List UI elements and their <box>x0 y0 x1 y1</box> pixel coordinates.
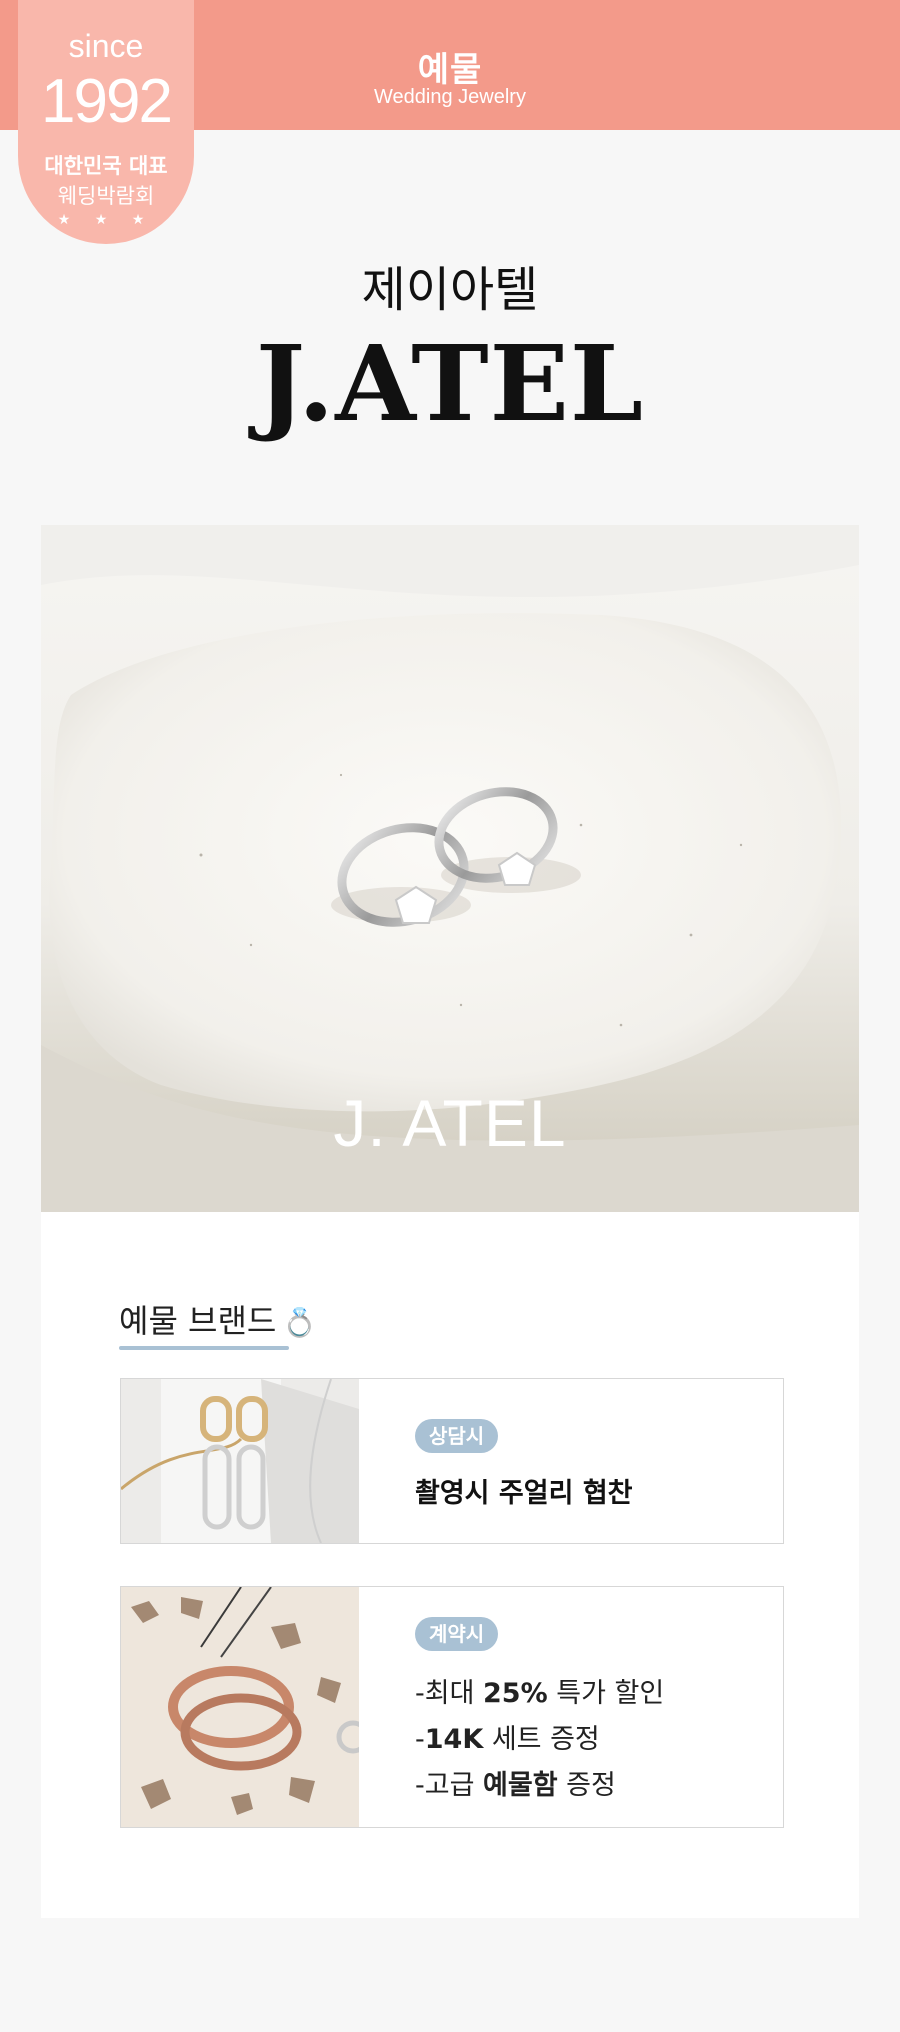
rings-on-fabric-image <box>121 1587 359 1827</box>
brand-name-korean: 제이아텔 <box>361 262 539 318</box>
benefit-text: 촬영시 주얼리 협찬 <box>415 1478 633 1509</box>
benefit-line-set: -14K 세트 증정 <box>415 1724 600 1755</box>
tag-contract: 계약시 <box>415 1617 499 1651</box>
benefit-consultation: 상담시 촬영시 주얼리 협찬 <box>120 1378 784 1544</box>
tag-consultation: 상담시 <box>415 1419 499 1453</box>
earrings-image <box>121 1379 359 1543</box>
badge-line1: 대한민국 대표 <box>44 154 168 178</box>
hero-logo: J. ATEL <box>333 1086 567 1160</box>
hero-image: J. ATEL <box>41 525 859 1212</box>
brand-name-english: J.ATEL <box>255 322 645 445</box>
badge-line2: 웨딩박람회 <box>57 184 155 208</box>
benefit-line-discount: -최대 25% 특가 할인 <box>415 1678 665 1709</box>
benefits-card: 예물 브랜드 💍 상담시 촬영시 주얼리 협찬 계약시 -최대 25% 특가 할… <box>41 1212 859 1918</box>
benefit-contract: 계약시 -최대 25% 특가 할인 -14K 세트 증정 -고급 예물함 증정 <box>120 1586 784 1828</box>
badge-since: since <box>68 28 144 64</box>
badge-year: 1992 <box>41 67 173 136</box>
benefit-line-box: -고급 예물함 증정 <box>415 1770 616 1801</box>
section-title: 예물 브랜드 💍 <box>119 1296 317 1342</box>
since-badge: since 1992 대한민국 대표 웨딩박람회 ★ ★ ★ <box>18 0 194 244</box>
section-underline <box>119 1346 289 1350</box>
ring-icon: 💍 <box>282 1306 318 1339</box>
badge-stars: ★ ★ ★ <box>57 212 155 228</box>
section-title-text: 예물 브랜드 <box>119 1302 277 1340</box>
